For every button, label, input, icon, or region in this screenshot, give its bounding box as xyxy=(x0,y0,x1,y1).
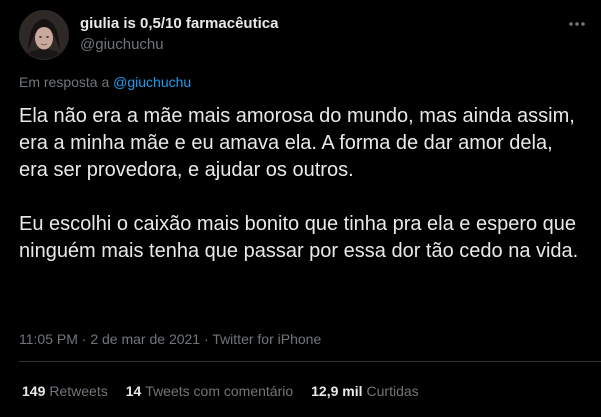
tweet-header: giulia is 0,5/10 farmacêutica @giuchuchu xyxy=(19,10,589,60)
author-block: giulia is 0,5/10 farmacêutica @giuchuchu xyxy=(80,14,278,55)
retweets-label: Retweets xyxy=(49,383,108,399)
quote-tweets-stat[interactable]: 14 Tweets com comentário xyxy=(126,383,293,399)
retweets-stat[interactable]: 149 Retweets xyxy=(22,383,108,399)
likes-label: Curtidas xyxy=(366,383,419,399)
author-display-name[interactable]: giulia is 0,5/10 farmacêutica xyxy=(80,14,278,34)
quotes-count: 14 xyxy=(125,383,142,399)
tweet-date[interactable]: 2 de mar de 2021 xyxy=(90,331,200,347)
tweet-source[interactable]: Twitter for iPhone xyxy=(212,331,321,347)
reply-context: Em resposta a @giuchuchu xyxy=(19,74,191,90)
tweet-text: Ela não era a mãe mais amorosa do mundo,… xyxy=(19,103,584,265)
tweet-stats: 149 Retweets 14 Tweets com comentário 12,9… xyxy=(22,383,419,399)
retweets-count: 149 xyxy=(22,383,46,399)
author-handle[interactable]: @giuchuchu xyxy=(80,35,278,55)
meta-separator: · xyxy=(200,331,213,347)
tweet-metadata: 11:05 PM · 2 de mar de 2021 · Twitter fo… xyxy=(19,331,321,347)
likes-stat[interactable]: 12,9 mil Curtidas xyxy=(311,383,419,399)
avatar-photo xyxy=(20,11,68,59)
reply-mention-link[interactable]: @giuchuchu xyxy=(113,74,191,90)
tweet-paragraph: Eu escolhi o caixão mais bonito que tinh… xyxy=(19,213,579,262)
tweet-paragraph: Ela não era a mãe mais amorosa do mundo,… xyxy=(19,105,575,181)
divider xyxy=(19,361,601,362)
tweet-detail: giulia is 0,5/10 farmacêutica @giuchuchu… xyxy=(0,0,601,417)
avatar[interactable] xyxy=(19,10,69,60)
likes-count: 12,9 mil xyxy=(311,383,363,399)
tweet-time[interactable]: 11:05 PM xyxy=(19,331,78,347)
reply-prefix: Em resposta a xyxy=(19,74,114,90)
more-horizontal-icon[interactable] xyxy=(565,14,589,34)
quotes-label: Tweets com comentário xyxy=(145,383,294,399)
meta-separator: · xyxy=(77,331,91,347)
